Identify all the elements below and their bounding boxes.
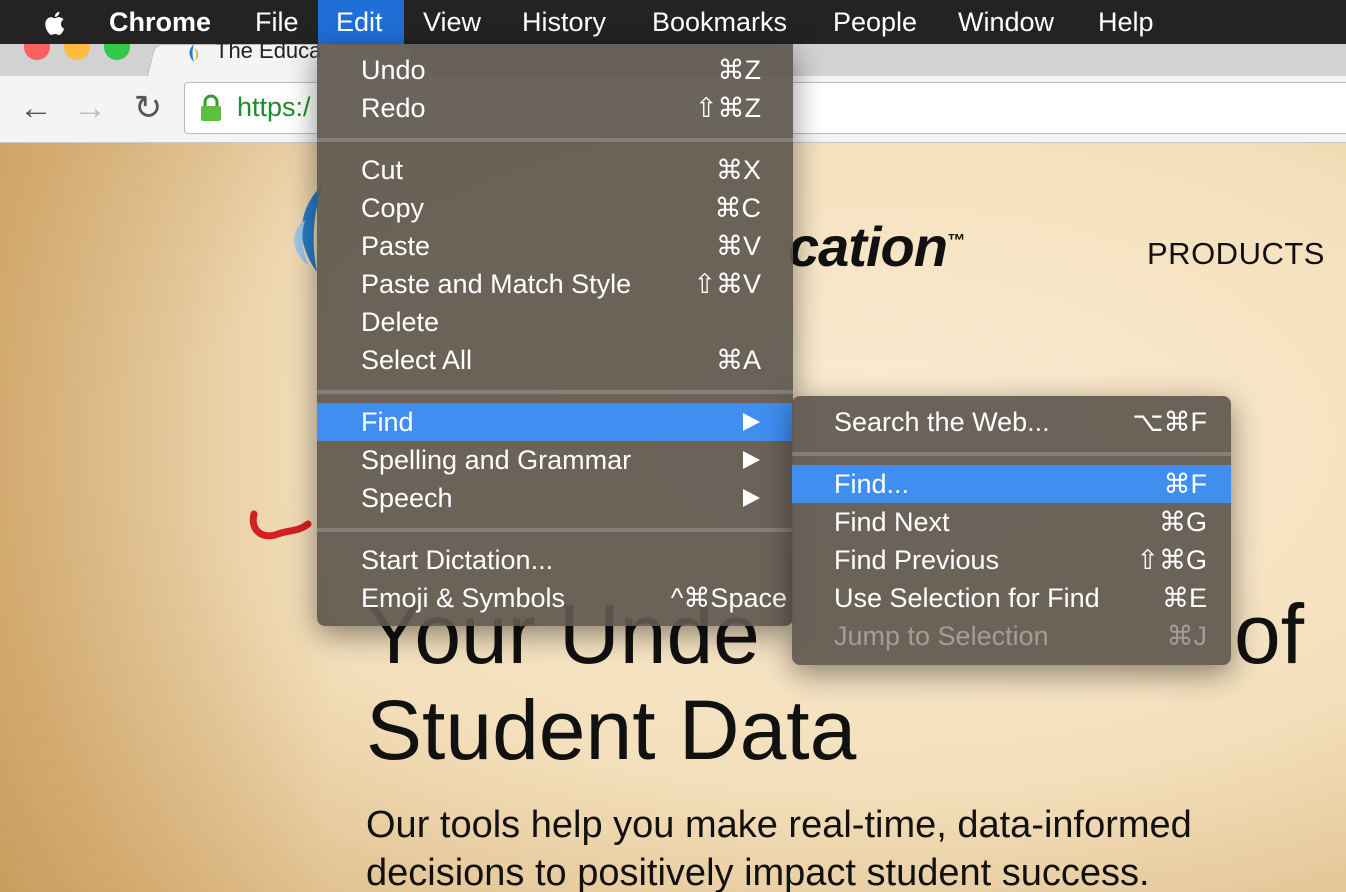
submenu-arrow-icon [743,413,760,431]
menu-item-emoji-and-symbols[interactable]: Emoji & Symbols ^⌘Space [317,579,793,617]
edit-menu: Undo ⌘Z Redo ⇧⌘Z Cut ⌘X Copy ⌘C Paste ⌘V… [317,44,793,626]
menu-bar: Chrome File Edit View History Bookmarks … [0,0,1346,44]
back-icon[interactable]: ← [16,88,56,128]
menu-item-spelling-and-grammar[interactable]: Spelling and Grammar [317,441,793,479]
menu-item-find[interactable]: Find [317,403,793,441]
favicon-icon [183,42,205,64]
lock-icon [200,94,222,122]
menu-window[interactable]: Window [958,0,1054,44]
find-submenu: Search the Web... ⌥⌘F Find... ⌘F Find Ne… [792,396,1231,665]
hero-heading-line1-end: of [1234,587,1305,681]
url-text[interactable]: https:/ [237,92,311,123]
submenu-arrow-icon [743,451,760,469]
menu-item-delete[interactable]: Delete [317,303,793,341]
menu-history[interactable]: History [522,0,606,44]
menu-item-undo[interactable]: Undo ⌘Z [317,51,793,89]
menu-separator [317,138,793,142]
menu-separator [317,390,793,394]
menu-separator [792,452,1231,456]
menu-edit[interactable]: Edit [318,0,404,44]
menu-item-jump-to-selection: Jump to Selection ⌘J [834,621,1207,651]
menu-bookmarks[interactable]: Bookmarks [652,0,787,44]
menu-view[interactable]: View [423,0,481,44]
reload-icon[interactable]: ↻ [128,88,168,128]
hero-subtitle-line1: Our tools help you make real-time, data-… [366,804,1192,846]
menu-file[interactable]: File [255,0,299,44]
apple-icon[interactable] [38,6,72,40]
menu-chrome[interactable]: Chrome [109,0,211,44]
hero-subtitle-line2: decisions to positively impact student s… [366,852,1150,892]
submenu-arrow-icon [743,489,760,507]
menu-item-use-selection-for-find[interactable]: Use Selection for Find ⌘E [792,579,1231,617]
menu-item-paste-and-match-style[interactable]: Paste and Match Style ⇧⌘V [317,265,793,303]
scribble-decoration [248,500,328,542]
menu-separator [317,528,793,532]
menu-item-find-next[interactable]: Find Next ⌘G [792,503,1231,541]
forward-icon[interactable]: → [70,88,110,128]
menu-item-search-the-web[interactable]: Search the Web... ⌥⌘F [792,403,1231,441]
menu-item-copy[interactable]: Copy ⌘C [317,189,793,227]
menu-item-find-previous[interactable]: Find Previous ⇧⌘G [792,541,1231,579]
menu-item-cut[interactable]: Cut ⌘X [317,151,793,189]
menu-item-paste[interactable]: Paste ⌘V [317,227,793,265]
menu-item-speech[interactable]: Speech [317,479,793,517]
nav-products-link[interactable]: PRODUCTS [1147,236,1325,272]
menu-item-start-dictation[interactable]: Start Dictation... [317,541,793,579]
menu-people[interactable]: People [833,0,917,44]
menu-item-redo[interactable]: Redo ⇧⌘Z [317,89,793,127]
brand-logo-text: cation™ [788,215,965,278]
menu-item-select-all[interactable]: Select All ⌘A [317,341,793,379]
menu-help[interactable]: Help [1098,0,1154,44]
hero-heading-line2: Student Data [366,683,857,777]
menu-item-find-ellipsis[interactable]: Find... ⌘F [792,465,1231,503]
